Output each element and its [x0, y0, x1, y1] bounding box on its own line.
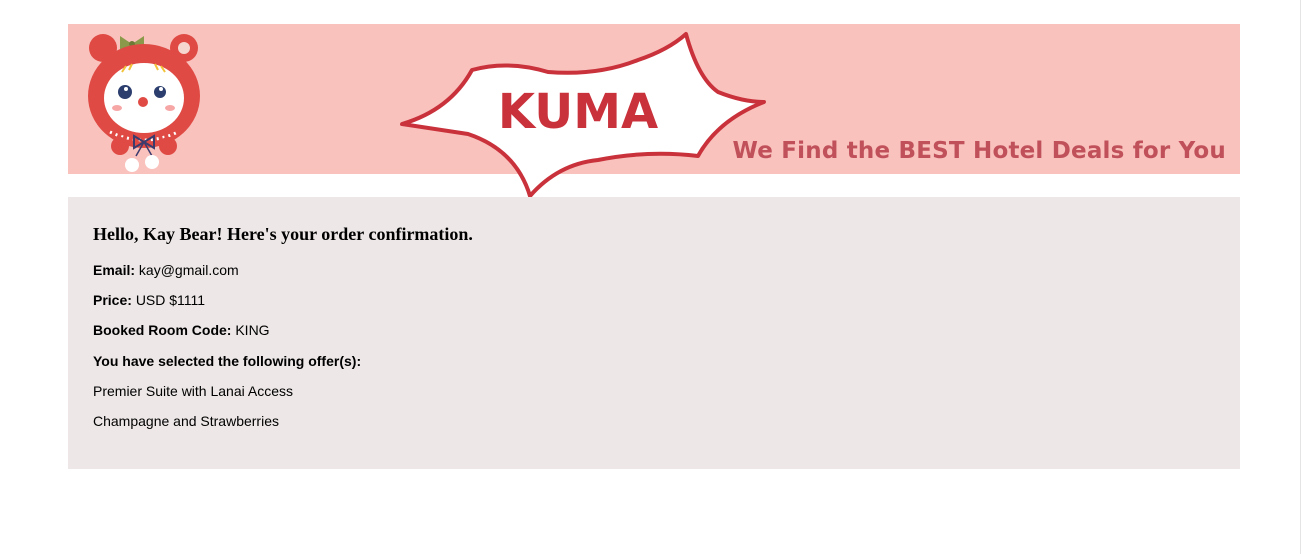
price-label: Price:	[93, 292, 132, 308]
price-row: Price: USD $1111	[93, 292, 205, 308]
room-code-value: KING	[235, 322, 270, 338]
tagline: We Find the BEST Hotel Deals for You	[732, 138, 1226, 164]
bear-mascot-icon	[88, 34, 200, 172]
room-code-row: Booked Room Code: KING	[93, 322, 270, 338]
price-value: USD $1111	[135, 292, 206, 308]
order-confirmation-panel: Hello, Kay Bear! Here's your order confi…	[68, 197, 1240, 469]
offer-item: Champagne and Strawberries	[93, 413, 279, 429]
offers-title: You have selected the following offer(s)…	[93, 353, 362, 369]
offer-item: Premier Suite with Lanai Access	[93, 383, 293, 399]
greeting-heading: Hello, Kay Bear! Here's your order confi…	[93, 224, 473, 244]
email-value: kay@gmail.com	[138, 262, 239, 278]
header-banner: KUMA We Find the BEST Hotel Deals for Yo…	[68, 24, 1240, 198]
room-code-label: Booked Room Code:	[93, 322, 232, 338]
email-label: Email:	[93, 262, 136, 278]
kuma-logo: KUMA	[400, 32, 766, 198]
logo-text: KUMA	[498, 84, 658, 140]
email-row: Email: kay@gmail.com	[93, 262, 239, 278]
scrollbar-edge	[1300, 0, 1301, 554]
